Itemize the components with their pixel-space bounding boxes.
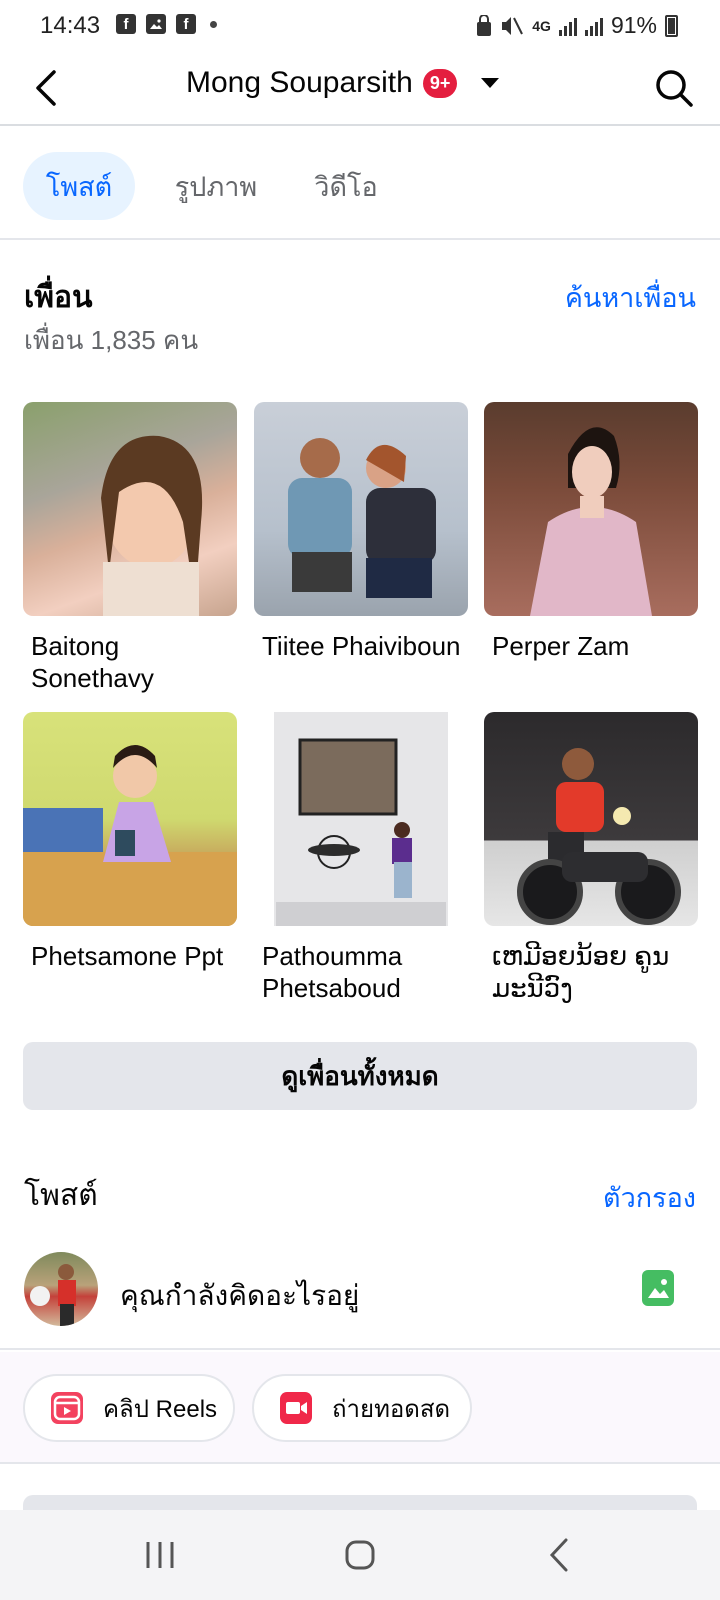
chevron-left-icon	[549, 1538, 568, 1572]
live-button[interactable]: ถ่ายทอดสด	[252, 1374, 472, 1442]
facebook-icon: f	[176, 14, 196, 34]
video-camera-icon	[280, 1392, 312, 1424]
arrow-left-icon	[36, 70, 56, 106]
see-all-friends-button[interactable]: ดูเพื่อนทั้งหมด	[23, 1042, 697, 1110]
status-bar: 14:43 f f 4G 91%	[0, 0, 720, 52]
image-icon	[648, 1279, 669, 1298]
friend-name: Pathoumma Phetsaboud	[262, 941, 403, 1003]
posts-heading: โพสต์	[24, 1179, 98, 1212]
search-button[interactable]	[654, 68, 694, 108]
photo-button[interactable]	[642, 1270, 674, 1306]
profile-name: Mong Souparsith	[186, 66, 413, 99]
facebook-icon: f	[116, 14, 136, 34]
profile-tabs: โพสต์ รูปภาพ วิดีโอ	[0, 128, 720, 240]
caret-down-icon	[481, 78, 500, 88]
more-notifications-dot	[210, 20, 217, 28]
app-lock-icon	[477, 14, 492, 36]
reels-icon	[51, 1392, 83, 1424]
friend-photo	[23, 712, 237, 926]
friend-photo	[254, 712, 468, 926]
friend-photo	[484, 402, 698, 616]
filter-link[interactable]: ตัวกรอง	[603, 1176, 696, 1219]
friend-name: Phetsamone Ppt	[31, 941, 224, 971]
friend-name: Tiitee Phaiviboun	[262, 631, 461, 661]
friends-count: เพื่อน 1,835 คน	[24, 325, 199, 355]
back-button[interactable]	[30, 66, 70, 110]
friend-card[interactable]: Pathoumma Phetsaboud	[254, 712, 468, 1004]
friends-heading: เพื่อน	[24, 281, 93, 314]
battery-percent: 91%	[610, 12, 657, 38]
signal-icon	[584, 16, 603, 36]
friend-name: Baitong Sonethavy	[31, 631, 154, 693]
recent-apps-icon	[146, 1542, 174, 1568]
recent-apps-button[interactable]	[130, 1532, 190, 1578]
friend-name: ເຫມີອຍນ້ອຍ ຄູນ ມະນີວົງ	[492, 941, 670, 1003]
system-back-button[interactable]	[530, 1532, 590, 1578]
friend-photo	[484, 712, 698, 926]
composer-prompt[interactable]: คุณกำลังคิดอะไรอยู่	[120, 1274, 359, 1318]
mute-icon	[502, 16, 524, 35]
post-composer[interactable]: คุณกำลังคิดอะไรอยู่	[0, 1240, 720, 1350]
reels-label: คลิป Reels	[103, 1395, 218, 1423]
tab-posts[interactable]: โพสต์	[23, 152, 135, 220]
home-icon	[345, 1540, 375, 1570]
profile-switcher[interactable]: Mong Souparsith 9+	[186, 66, 500, 100]
reels-button[interactable]: คลิป Reels	[23, 1374, 235, 1442]
status-indicators: 4G 91%	[476, 12, 678, 39]
network-type: 4G	[532, 17, 551, 34]
gallery-icon	[146, 14, 166, 34]
friend-card[interactable]: ເຫມີອຍນ້ອຍ ຄູນ ມະນີວົງ	[484, 712, 698, 1004]
friend-card[interactable]: Baitong Sonethavy	[23, 402, 237, 694]
friend-card[interactable]: Tiitee Phaiviboun	[254, 402, 468, 662]
search-icon	[656, 70, 693, 107]
avatar[interactable]	[24, 1252, 98, 1326]
post-actions-bar: คลิป Reels ถ่ายทอดสด	[0, 1352, 720, 1464]
friend-card[interactable]: Phetsamone Ppt	[23, 712, 237, 972]
status-time: 14:43	[40, 12, 101, 39]
notification-icons: f f	[116, 14, 217, 34]
live-label: ถ่ายทอดสด	[332, 1395, 451, 1423]
tab-videos[interactable]: วิดีโอ	[296, 152, 396, 220]
friend-photo	[23, 402, 237, 616]
friend-card[interactable]: Perper Zam	[484, 402, 698, 662]
system-navigation-bar	[0, 1510, 720, 1600]
battery-icon	[665, 14, 678, 37]
find-friends-link[interactable]: ค้นหาเพื่อน	[565, 276, 696, 319]
tab-photos[interactable]: รูปภาพ	[152, 152, 280, 220]
signal-icon	[558, 16, 577, 36]
friend-photo	[254, 402, 468, 616]
notification-badge: 9+	[422, 68, 458, 98]
home-button[interactable]	[330, 1532, 390, 1578]
app-header: Mong Souparsith 9+	[0, 52, 720, 126]
friend-name: Perper Zam	[492, 631, 630, 661]
